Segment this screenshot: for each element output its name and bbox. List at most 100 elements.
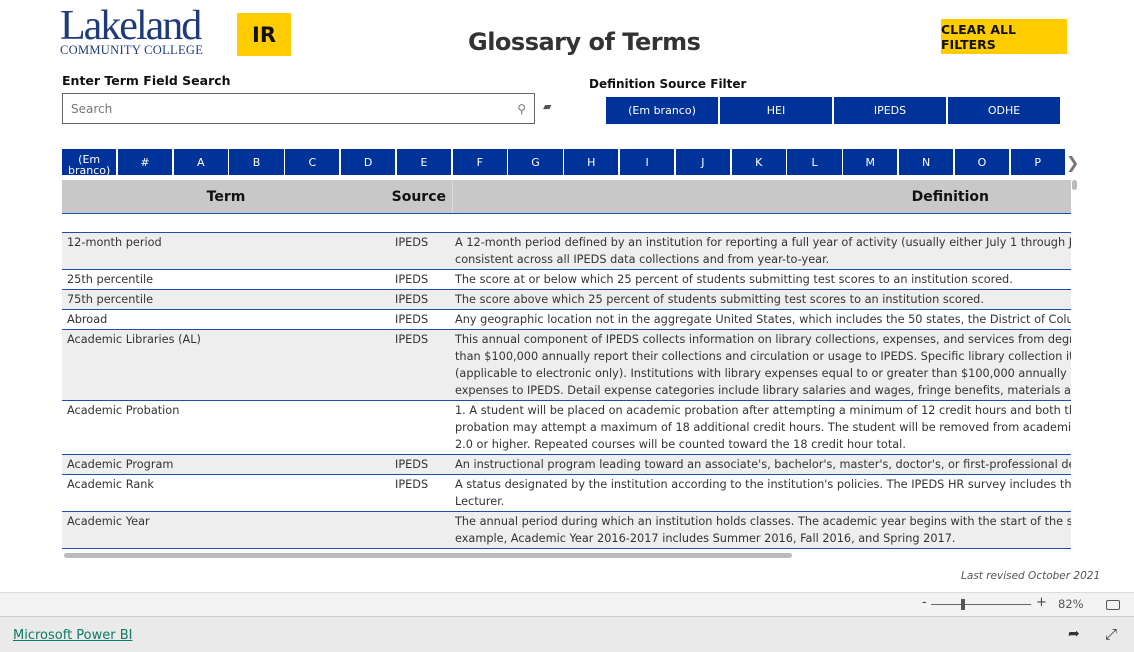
- table-row[interactable]: Academic Rank IPEDS A status designated by…: [62, 475, 1071, 512]
- table-row[interactable]: Academic Program IPEDS An instructional pr…: [62, 455, 1071, 475]
- glossary-table: Term Source Definition 12-month period IP…: [62, 180, 1071, 552]
- lakeland-logo: Lakeland COMMUNITY COLLEGE: [60, 3, 204, 57]
- table-row[interactable]: 75th percentile IPEDS The score above whic…: [62, 290, 1071, 310]
- letter-filter: (Em branco) # A B C D E F G H I J K L M N O P: [62, 149, 1065, 175]
- source-cell: [390, 215, 452, 231]
- definition-line: Any geographic location not in the aggre…: [455, 313, 1071, 326]
- definition-line: A web-based system available through Tas…: [455, 550, 1071, 552]
- source-cell: IPEDS: [395, 293, 429, 306]
- definition-line: Lecturer.: [455, 495, 505, 508]
- table-row[interactable]: 12-month period IPEDS A 12-month period de…: [62, 233, 1071, 270]
- definition-cell: The annual period during which an instit…: [452, 513, 1071, 547]
- letter-filter-button[interactable]: P: [1010, 149, 1065, 175]
- letter-filter-button[interactable]: M: [843, 149, 898, 175]
- letter-filter-button[interactable]: E: [396, 149, 452, 175]
- table-row[interactable]: 25th percentile IPEDS The score at or belo…: [62, 270, 1071, 290]
- term-cell: [62, 215, 390, 231]
- letter-filter-button[interactable]: I: [619, 149, 675, 175]
- zoom-slider[interactable]: [931, 604, 1031, 605]
- definition-cell: A status designated by the institution a…: [452, 476, 1071, 510]
- letter-filter-button[interactable]: L: [787, 149, 842, 175]
- header-definition[interactable]: Definition: [452, 180, 1071, 213]
- source-filter-em-branco[interactable]: (Em branco): [606, 97, 718, 124]
- definition-line: 1. A student will be placed on academic …: [455, 404, 1071, 417]
- letter-filter-button[interactable]: J: [675, 149, 731, 175]
- definition-cell: 1. A student will be placed on academic …: [452, 402, 1071, 453]
- search-input[interactable]: Search ⚲: [62, 93, 535, 124]
- eraser-icon[interactable]: ▰: [543, 100, 551, 113]
- source-filter: (Em branco) HEI IPEDS ODHE: [606, 97, 1060, 124]
- source-filter-label: Definition Source Filter: [589, 77, 747, 91]
- definition-line: example, Academic Year 2016-2017 include…: [455, 532, 956, 545]
- letter-filter-button[interactable]: F: [452, 149, 507, 175]
- source-cell: [390, 513, 452, 547]
- table-row[interactable]: [62, 214, 1071, 233]
- source-filter-odhe[interactable]: ODHE: [948, 97, 1060, 124]
- letter-filter-button[interactable]: N: [898, 149, 954, 175]
- term-cell: 25th percentile: [67, 273, 154, 286]
- definition-cell: The score above which 25 percent of stud…: [452, 291, 1071, 308]
- definition-cell: This annual component of IPEDS collects …: [452, 331, 1071, 399]
- zoom-in-button[interactable]: +: [1036, 595, 1047, 610]
- definition-cell: Any geographic location not in the aggre…: [452, 311, 1071, 328]
- definition-line: A 12-month period defined by an institut…: [455, 236, 1071, 249]
- header-term[interactable]: Term: [62, 180, 390, 213]
- term-cell: Academic Year: [67, 515, 150, 528]
- clear-all-filters-button[interactable]: CLEAR ALL FILTERS: [941, 19, 1067, 54]
- letter-filter-button[interactable]: (Em branco): [62, 149, 117, 175]
- definition-cell: A 12-month period defined by an institut…: [452, 234, 1071, 268]
- letter-filter-button[interactable]: D: [340, 149, 396, 175]
- vertical-scrollbar[interactable]: [1072, 180, 1077, 190]
- letter-filter-button[interactable]: B: [229, 149, 284, 175]
- source-cell: IPEDS: [395, 313, 429, 326]
- table-row[interactable]: Academic Libraries (AL) IPEDS This annual …: [62, 330, 1071, 401]
- term-cell: Academic Rank: [67, 478, 154, 491]
- last-revised-note: Last revised October 2021: [961, 570, 1101, 582]
- definition-line: A status designated by the institution a…: [455, 478, 1071, 491]
- search-label: Enter Term Field Search: [62, 73, 231, 88]
- source-cell: [390, 402, 452, 453]
- definition-line: The score at or below which 25 percent o…: [455, 273, 1013, 286]
- source-filter-ipeds[interactable]: IPEDS: [834, 97, 946, 124]
- power-bi-link[interactable]: Microsoft Power BI: [13, 628, 132, 643]
- zoom-out-button[interactable]: -: [922, 595, 927, 610]
- definition-line: probation may attempt a maximum of 18 ad…: [455, 421, 1071, 434]
- letter-filter-button[interactable]: C: [285, 149, 340, 175]
- letter-filter-button[interactable]: G: [508, 149, 563, 175]
- definition-cell: A web-based system available through Tas…: [452, 550, 1071, 552]
- page-title: Glossary of Terms: [468, 28, 701, 56]
- definition-line: An instructional program leading toward …: [455, 458, 1071, 471]
- source-cell: IPEDS: [395, 236, 429, 249]
- zoom-slider-thumb[interactable]: [961, 599, 966, 610]
- definition-cell: [452, 215, 1071, 231]
- zoom-level: 82%: [1058, 597, 1084, 611]
- table-body: 12-month period IPEDS A 12-month period de…: [62, 214, 1071, 552]
- horizontal-scrollbar[interactable]: [64, 553, 792, 558]
- table-row[interactable]: Academic Year The annual period during wh…: [62, 512, 1071, 549]
- definition-line: (applicable to electronic only). Institu…: [455, 367, 1071, 380]
- source-filter-hei[interactable]: HEI: [720, 97, 832, 124]
- term-cell: Abroad: [67, 313, 108, 326]
- definition-line: than $100,000 annually report their coll…: [455, 350, 1071, 363]
- footer: ➦ ⤢: [0, 616, 1134, 652]
- letter-filter-button[interactable]: K: [731, 149, 786, 175]
- chevron-right-icon[interactable]: ❯: [1066, 153, 1079, 172]
- definition-line: The annual period during which an instit…: [455, 515, 1071, 528]
- definition-line: The score above which 25 percent of stud…: [455, 293, 984, 306]
- table-row[interactable]: Accountability Management System (AMS) A …: [62, 549, 1071, 552]
- source-cell: IPEDS: [395, 273, 429, 286]
- header-source[interactable]: Source: [390, 180, 452, 213]
- table-row[interactable]: Abroad IPEDS Any geographic location not i…: [62, 310, 1071, 330]
- fit-to-page-icon[interactable]: [1106, 600, 1120, 610]
- definition-cell: The score at or below which 25 percent o…: [452, 271, 1071, 288]
- letter-filter-button[interactable]: A: [173, 149, 228, 175]
- table-row[interactable]: Academic Probation 1. A student will be p…: [62, 401, 1071, 455]
- fullscreen-icon[interactable]: ⤢: [1105, 625, 1117, 643]
- letter-filter-button[interactable]: #: [117, 149, 173, 175]
- source-cell: [390, 550, 452, 552]
- letter-filter-button[interactable]: O: [954, 149, 1010, 175]
- letter-filter-button[interactable]: H: [564, 149, 619, 175]
- definition-line: 2.0 or higher. Repeated courses will be …: [455, 438, 906, 451]
- term-cell: Accountability Management System (AMS): [62, 550, 390, 552]
- share-icon[interactable]: ➦: [1068, 626, 1080, 642]
